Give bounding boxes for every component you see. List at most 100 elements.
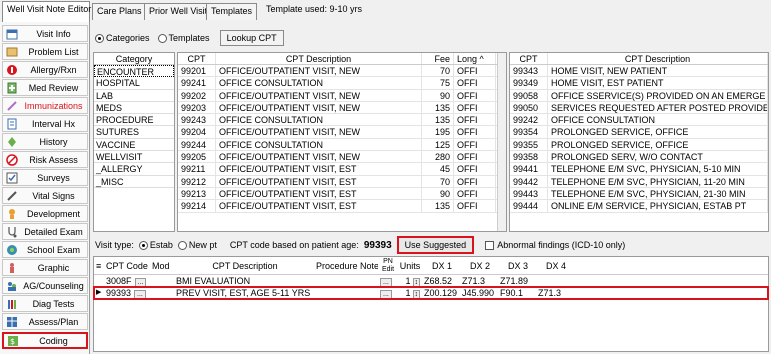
table-row[interactable]: 99203 OFFICE/OUTPATIENT VISIT, NEW 135 OFFI [178,101,506,115]
sidebar-item-vital-signs[interactable]: Vital Signs [2,187,88,204]
table-row[interactable]: 99242 OFFICE CONSULTATION [510,114,768,127]
sidebar-item-interval-hx[interactable]: Interval Hx [2,115,88,132]
table-row[interactable]: 99444 ONLINE E/M SERVICE, PHYSICIAN, ESTA… [510,200,768,213]
table-row[interactable]: 99211 OFFICE/OUTPATIENT VISIT, EST 45 OFFI [178,163,506,176]
category-item[interactable]: SUTURES [94,126,174,139]
category-item[interactable]: PROCEDURE [94,114,174,127]
dx3-cell[interactable]: F90.1 [498,287,536,298]
dx4-cell[interactable]: Z71.3 [536,287,574,298]
sidebar-item-med-review[interactable]: Med Review [2,79,88,96]
new-pt-radio[interactable]: New pt [177,240,217,251]
units-cell[interactable]: 1 ↕ [396,275,422,286]
table-row[interactable]: 99241 OFFICE CONSULTATION 75 OFFI [178,77,506,90]
sidebar-item-immunizations[interactable]: Immunizations [2,97,88,114]
dx2-cell[interactable]: J45.990 [460,287,498,298]
vertical-scrollbar[interactable] [497,53,506,231]
table-row[interactable]: 99244 OFFICE CONSULTATION 125 OFFI [178,138,506,152]
dx1-cell[interactable]: Z00.129 [422,287,460,298]
table-row[interactable]: 99205 OFFICE/OUTPATIENT VISIT, NEW 280 OFFI [178,151,506,164]
category-item[interactable]: _MISC [94,176,174,188]
sidebar-item-risk-assess[interactable]: Risk Assess [2,151,88,168]
dx4-cell[interactable] [536,275,574,286]
procedure-note-cell[interactable] [314,287,378,298]
use-suggested-button[interactable]: Use Suggested [396,236,475,254]
cpt-description-cell: OFFICE/OUTPATIENT VISIT, EST [216,163,422,175]
table-row[interactable]: 99213 OFFICE/OUTPATIENT VISIT, EST 90 OFFI [178,187,506,201]
mod-cell[interactable] [150,287,174,298]
sidebar-item-assess-plan[interactable]: Assess/Plan [2,313,88,330]
sidebar-item-development[interactable]: Development [2,205,88,222]
sidebar-item-visit-info[interactable]: Visit Info [2,25,88,42]
table-row[interactable]: 99441 TELEPHONE E/M SVC, PHYSICIAN, 5-10 … [510,163,768,176]
table-row[interactable]: 99212 OFFICE/OUTPATIENT VISIT, EST 70 OFFI [178,175,506,188]
category-item[interactable]: VACCINE [94,139,174,152]
lookup-cpt-button[interactable]: Lookup CPT [219,30,284,46]
table-row[interactable]: 99201 OFFICE/OUTPATIENT VISIT, NEW 70 OFFI [178,65,506,78]
mod-cell[interactable] [150,275,174,286]
cpt-code-cell[interactable]: 3008F... [104,275,150,286]
table-row[interactable]: 99214 OFFICE/OUTPATIENT VISIT, EST 135 OFFI [178,200,506,213]
dx1-cell[interactable]: Z68.52 [422,275,460,286]
coded-row[interactable]: ▶ 99393... PREV VISIT, EST, AGE 5-11 YRS..… [93,286,769,300]
table-row[interactable]: 99443 TELEPHONE E/M SVC, PHYSICIAN, 21-30… [510,187,768,201]
category-item[interactable]: ENCOUNTER [94,65,174,78]
table-row[interactable]: 99442 TELEPHONE E/M SVC, PHYSICIAN, 11-20… [510,175,768,188]
category-item[interactable]: _ALLERGY [94,163,174,176]
scroll-up-icon[interactable]: ^ [480,54,484,64]
pn-edit-button[interactable]: ... [380,278,392,286]
category-item[interactable]: HOSPITAL [94,77,174,90]
category-item[interactable]: LAB [94,90,174,102]
procedure-note-cell[interactable] [314,275,378,286]
tab-templates[interactable]: Templates [206,3,258,20]
pn-edit-cell[interactable]: ... [378,275,396,286]
radio-selected-icon [95,34,104,44]
table-row[interactable]: 99204 OFFICE/OUTPATIENT VISIT, NEW 195 OFFI [178,126,506,139]
units-spinner-icon[interactable]: ↕ [412,278,420,286]
category-item[interactable]: MEDS [94,102,174,115]
sidebar-item-surveys[interactable]: Surveys [2,169,88,186]
cpt-code-cell[interactable]: 99393... [104,287,150,298]
category-item[interactable]: WELLVISIT [94,151,174,164]
sidebar-item-history[interactable]: History [2,133,88,150]
column-chooser-icon[interactable]: ≡ [94,261,104,271]
header-dx3: DX 3 [507,260,528,271]
ellipsis-button[interactable]: ... [134,290,146,298]
fee-cell: 135 [422,114,454,126]
table-row[interactable]: 99058 OFFICE SSERVICE(S) PROVIDED ON AN E… [510,89,768,102]
pn-edit-cell[interactable]: ... [378,287,396,298]
sidebar-item-school-exam[interactable]: School Exam [2,241,88,258]
table-row[interactable]: 99243 OFFICE CONSULTATION 135 OFFI [178,114,506,127]
cpt-description-cell: OFFICE/OUTPATIENT VISIT, NEW [216,89,422,101]
categories-radio[interactable]: Categories [95,33,150,44]
table-row[interactable]: 99050 SERVICES REQUESTED AFTER POSTED PRO… [510,101,768,115]
table-row[interactable]: 99202 OFFICE/OUTPATIENT VISIT, NEW 90 OFFI [178,89,506,102]
table-row[interactable]: 99354 PROLONGED SERVICE, OFFICE [510,126,768,139]
cpt-description-cell: OFFICE/OUTPATIENT VISIT, NEW [216,101,422,114]
ellipsis-button[interactable]: ... [134,278,147,286]
sidebar-item-problem-list[interactable]: Problem List [2,43,88,60]
coded-row[interactable]: 3008F... BMI EVALUATION... 1 ↕ Z68.52 Z71.3 Z7… [94,275,768,287]
units-cell[interactable]: 1 ↕ [396,287,422,298]
sidebar-item-label: Interval Hx [31,118,75,129]
table-row[interactable]: 99358 PROLONGED SERV, W/O CONTACT [510,151,768,164]
templates-radio[interactable]: Templates [157,33,210,44]
estab-radio[interactable]: Estab [138,240,173,251]
units-spinner-icon[interactable]: ↕ [412,290,420,298]
table-row[interactable]: 99349 HOME VISIT, EST PATIENT [510,77,768,90]
sidebar-item-ag-counseling[interactable]: AG/Counseling [2,277,88,294]
sidebar-item-graphic[interactable]: Graphic [2,259,88,276]
tab-care-plans[interactable]: Care Plans [92,3,147,20]
abnormal-findings-checkbox[interactable]: Abnormal findings (ICD-10 only) [485,240,625,251]
sidebar-item-coding[interactable]: $ Coding [2,332,88,349]
sidebar-item-diag-tests[interactable]: Diag Tests [2,295,88,312]
dx2-cell[interactable]: Z71.3 [460,275,498,286]
coded-grid-header: ≡ CPT Code Mod CPT Description Procedure… [94,257,768,275]
sidebar-item-allergy-rxn[interactable]: Allergy/Rxn [2,61,88,78]
pn-edit-button[interactable]: ... [380,290,392,298]
cpt-description-cell: TELEPHONE E/M SVC, PHYSICIAN, 5-10 MIN [548,163,768,175]
table-row[interactable]: 99343 HOME VISIT, NEW PATIENT [510,65,768,78]
dx3-cell[interactable]: Z71.89 [498,275,536,286]
tab-well-visit-note-editor[interactable]: Well Visit Note Editor [2,1,91,22]
sidebar-item-detailed-exam[interactable]: Detailed Exam [2,223,88,240]
table-row[interactable]: 99355 PROLONGED SERVICE, OFFICE [510,138,768,152]
